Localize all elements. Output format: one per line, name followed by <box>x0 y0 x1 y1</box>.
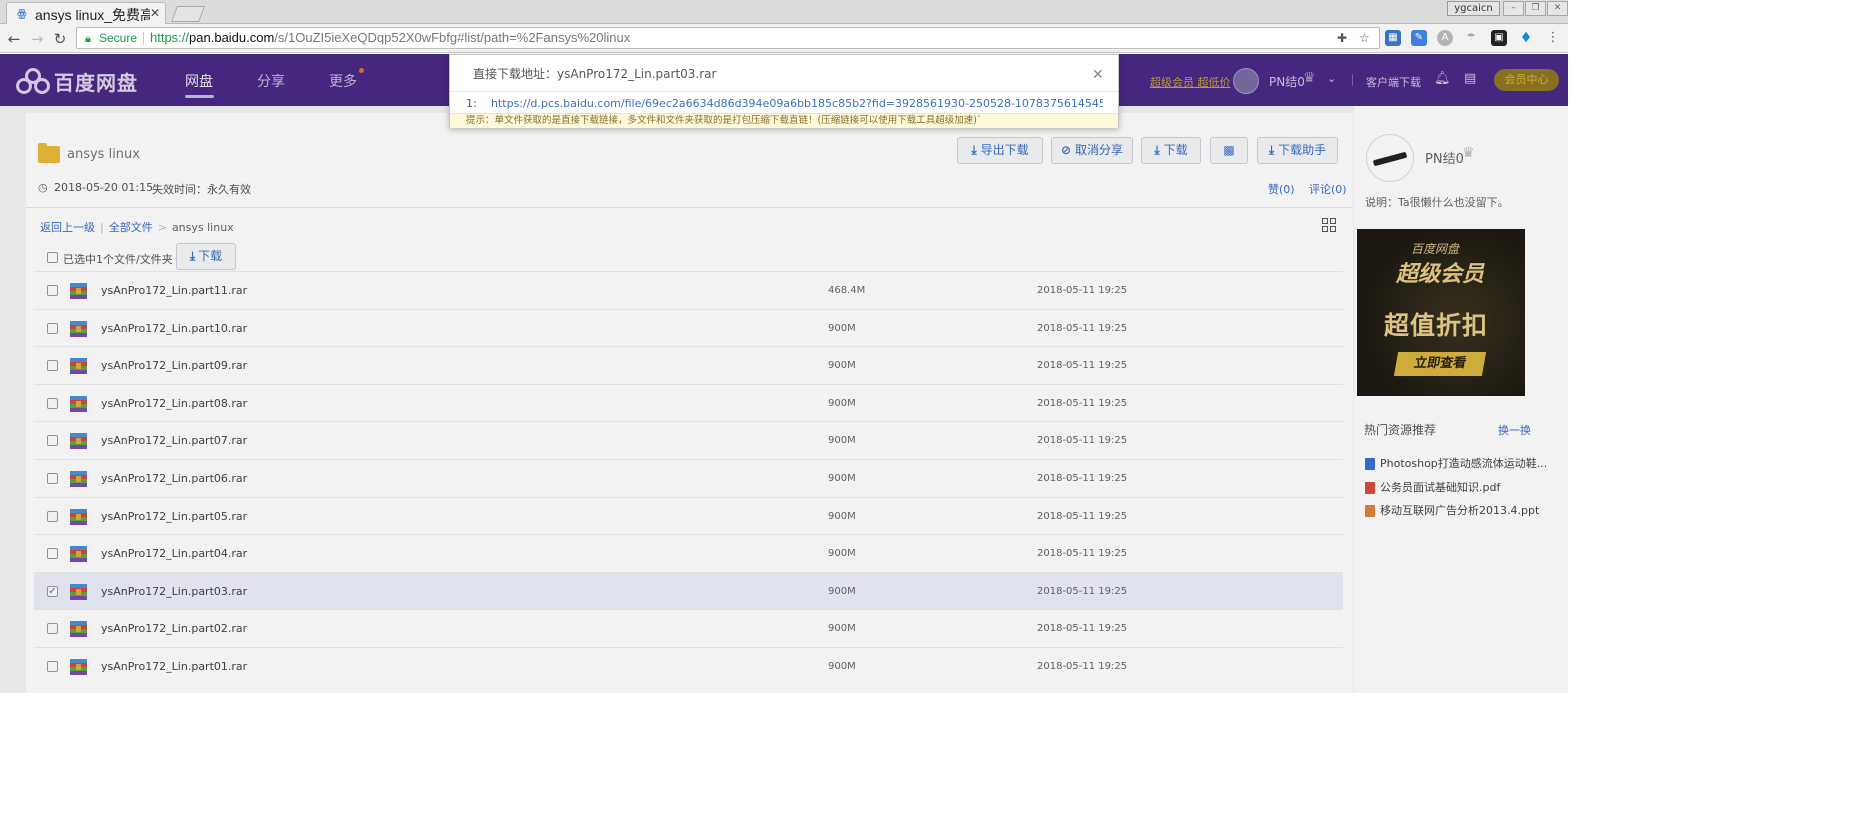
adblock-icon[interactable]: A <box>1437 30 1453 46</box>
close-window-button[interactable]: ✕ <box>1547 1 1568 16</box>
dialog-title: 直接下载地址：ysAnPro172_Lin.part03.rar <box>473 67 717 81</box>
direct-download-link[interactable]: https://d.pcs.baidu.com/file/69ec2a6634d… <box>491 97 1103 110</box>
download-link-row: 1: https://d.pcs.baidu.com/file/69ec2a66… <box>450 91 1118 113</box>
url-path: /s/1OuZI5ieXeQDqp52X0wFbfg#list/path=%2F… <box>274 30 631 45</box>
dialog-tip: 提示：单文件获取的是直接下载链接，多文件和文件夹获取的是打包压缩下载直链！(压缩… <box>450 113 1118 128</box>
puzzle-icon[interactable]: ✚ <box>1337 31 1347 45</box>
modal-overlay[interactable] <box>0 54 1568 693</box>
tab-title: ansys linux_免费高 <box>35 7 150 23</box>
back-arrow-icon[interactable]: ← <box>5 30 23 48</box>
extension-blue-icon[interactable]: ✎ <box>1411 30 1427 46</box>
reload-icon[interactable]: ↻ <box>51 30 69 48</box>
restore-button[interactable]: ❐ <box>1525 1 1546 16</box>
chrome-menu-icon[interactable]: ⋮ <box>1545 30 1561 46</box>
url-text[interactable]: https://pan.baidu.com/s/1OuZI5ieXeQDqp52… <box>150 30 630 45</box>
browser-tab[interactable]: ꙮ ansys linux_免费高 ✕ <box>6 2 166 24</box>
extension-pin-icon[interactable]: ♦ <box>1518 30 1534 46</box>
lock-icon: 🔒︎ <box>85 32 91 45</box>
new-tab-button[interactable] <box>171 6 205 22</box>
forward-arrow-icon[interactable]: → <box>28 30 46 48</box>
url-protocol: https:// <box>150 30 190 45</box>
extension-translate-icon[interactable]: ▦ <box>1385 30 1401 46</box>
baidu-favicon-icon: ꙮ <box>17 7 27 20</box>
profile-badge[interactable]: ygcaicn <box>1447 1 1500 16</box>
direct-download-dialog: 直接下载地址：ysAnPro172_Lin.part03.rar ✕ 1: ht… <box>449 54 1119 128</box>
close-icon[interactable]: ✕ <box>1092 67 1104 83</box>
url-host: pan.baidu.com <box>189 30 275 45</box>
address-bar[interactable]: 🔒︎ Secure https://pan.baidu.com/s/1OuZI5… <box>76 27 1380 49</box>
star-icon[interactable]: ☆ <box>1359 31 1370 45</box>
minimize-button[interactable]: – <box>1503 1 1524 16</box>
link-index: 1: <box>466 97 477 110</box>
extension-umbrella-icon[interactable]: ☂ <box>1463 30 1479 46</box>
tab-strip <box>0 0 1568 24</box>
close-tab-icon[interactable]: ✕ <box>150 6 160 20</box>
extension-notification-icon[interactable]: ▣ <box>1491 30 1507 46</box>
divider <box>143 32 144 45</box>
secure-label: Secure <box>99 31 138 45</box>
